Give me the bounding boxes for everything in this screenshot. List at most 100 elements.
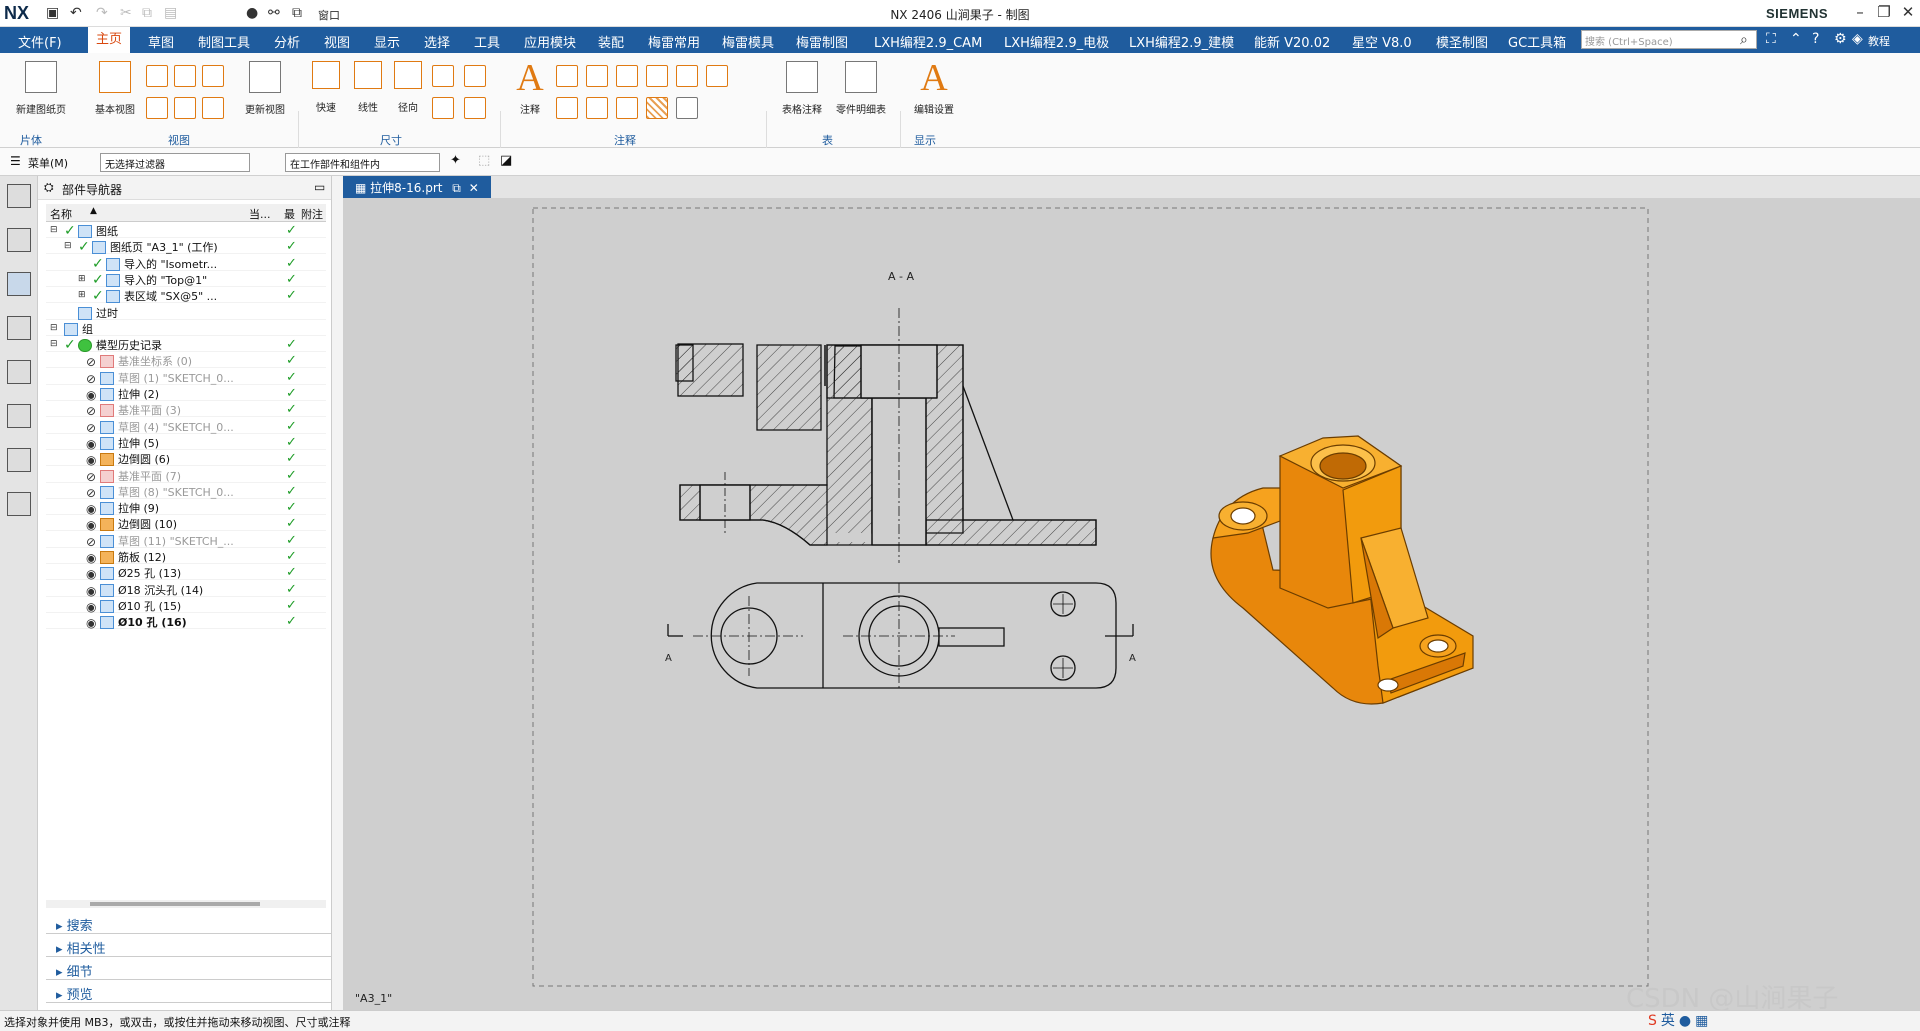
ime-logo-icon[interactable]: S (1648, 1013, 1661, 1029)
visible-eye-icon[interactable]: ◉ (86, 437, 96, 451)
menu-application[interactable]: 应用模块 (524, 32, 576, 51)
column-current[interactable]: 当... (249, 206, 271, 222)
isometric-model-view[interactable] (1210, 435, 1474, 705)
close-icon[interactable]: ✕ (1896, 3, 1920, 21)
target-point-icon[interactable] (706, 65, 728, 87)
menu-drafting-tools[interactable]: 制图工具 (198, 32, 250, 51)
expand-toggle-icon[interactable]: ⊟ (50, 339, 58, 349)
scope-filter-select[interactable]: 在工作部件和组件内 (285, 153, 440, 172)
hatch-icon[interactable] (646, 97, 668, 119)
radial-dimension-button[interactable]: 径向 (388, 61, 428, 114)
menu-meilei-mold[interactable]: 梅雷模具 (722, 32, 774, 51)
surface-finish-icon[interactable] (586, 65, 608, 87)
tree-row[interactable]: ◉ 边倒圆 (6) ✓ (46, 450, 326, 467)
menu-nengxin[interactable]: 能新 V20.02 (1254, 32, 1330, 51)
group-display[interactable]: 显示 (914, 132, 936, 148)
menu-lxh-electrode[interactable]: LXH编程2.9_电极 (1004, 32, 1109, 51)
menu-view[interactable]: 视图 (324, 32, 350, 51)
tools-icon[interactable] (7, 492, 31, 516)
tutorial-link[interactable]: 教程 (1868, 33, 1890, 49)
hidden-eye-icon[interactable]: ⊘ (86, 486, 96, 500)
angular-dimension-icon[interactable] (432, 65, 454, 87)
menu-icon[interactable]: ☰ (10, 154, 21, 168)
tree-row[interactable]: ⊘ 基准平面 (3) ✓ (46, 401, 326, 418)
tutorial-icon[interactable]: ◈ (1852, 31, 1863, 47)
menu-xingkong[interactable]: 星空 V8.0 (1352, 32, 1412, 51)
section-details[interactable]: ▸ 细节 (46, 957, 332, 980)
section-dependencies[interactable]: ▸ 相关性 (46, 934, 332, 957)
menu-home[interactable]: 主页 (88, 27, 131, 53)
ime-lang-icon[interactable]: 英 (1661, 1013, 1679, 1029)
visible-eye-icon[interactable]: ◉ (86, 518, 96, 532)
restore-icon[interactable]: ❐ (1872, 3, 1896, 21)
close-tab-icon[interactable]: ✕ (469, 181, 479, 195)
menu-lxh-cam[interactable]: LXH编程2.9_CAM (874, 32, 982, 51)
expand-toggle-icon[interactable]: ⊞ (78, 274, 86, 284)
hidden-eye-icon[interactable]: ⊘ (86, 470, 96, 484)
expand-toggle-icon[interactable]: ⊟ (50, 323, 58, 333)
tree-row[interactable]: ◉ Ø10 孔 (16) ✓ (46, 613, 326, 630)
section-search[interactable]: ▸ 搜索 (46, 911, 332, 934)
menu-select[interactable]: 选择 (424, 32, 450, 51)
cut-label-right[interactable]: A (1129, 653, 1136, 664)
tree-row[interactable]: ⊘ 基准坐标系 (0) ✓ (46, 352, 326, 369)
hidden-eye-icon[interactable]: ⊘ (86, 421, 96, 435)
document-tab[interactable]: ▦ 拉伸8-16.prt ⧉ ✕ (343, 176, 491, 198)
menu-file[interactable]: 文件(F) (18, 32, 62, 51)
visible-eye-icon[interactable]: ◉ (86, 388, 96, 402)
tree-row[interactable]: ⊟ ✓ 图纸 ✓ (46, 222, 326, 239)
ime-tray[interactable]: S英●▦ (1648, 1010, 1712, 1030)
tree-row[interactable]: ⊟ ✓ 图纸页 "A3_1" (工作) ✓ (46, 238, 326, 255)
menu-sketch[interactable]: 草图 (148, 32, 174, 51)
drawing-canvas[interactable]: A - A A A (343, 198, 1920, 1010)
center-mark-icon[interactable] (676, 65, 698, 87)
tree-row[interactable]: ◉ 边倒圆 (10) ✓ (46, 515, 326, 532)
tree-row[interactable]: ⊘ 基准平面 (7) ✓ (46, 467, 326, 484)
datum-feature-icon[interactable] (616, 65, 638, 87)
tree-row[interactable]: ⊟ 组 (46, 320, 326, 336)
ordinate-dimension-icon[interactable] (464, 97, 486, 119)
cut-label-left[interactable]: A (665, 653, 672, 664)
menu-meilei-drafting[interactable]: 梅雷制图 (796, 32, 848, 51)
menu-meilei-common[interactable]: 梅雷常用 (648, 32, 700, 51)
minimize-icon[interactable]: – (1848, 3, 1872, 21)
tree-row[interactable]: ◉ 拉伸 (5) ✓ (46, 434, 326, 451)
tree-row[interactable]: ◉ Ø25 孔 (13) ✓ (46, 564, 326, 581)
visible-eye-icon[interactable]: ◉ (86, 551, 96, 565)
edit-settings-button[interactable]: A 编辑设置 (908, 57, 960, 116)
tree-row[interactable]: ⊞ ✓ 表区域 "SX@5" ... ✓ (46, 287, 326, 304)
hidden-eye-icon[interactable]: ⊘ (86, 535, 96, 549)
broken-out-icon[interactable] (174, 97, 196, 119)
snap-icon[interactable]: ✦ (450, 153, 461, 168)
section-preview[interactable]: ▸ 预览 (46, 980, 332, 1003)
visible-eye-icon[interactable]: ◉ (86, 584, 96, 598)
settings-icon[interactable] (7, 184, 31, 208)
tree-row[interactable]: ⊟ ✓ 模型历史记录 ✓ (46, 336, 326, 353)
group-dimension[interactable]: 尺寸 (380, 132, 402, 148)
collapse-icon[interactable]: ⌃ (1790, 31, 1802, 47)
menu-gc-toolbox[interactable]: GC工具箱 (1508, 32, 1566, 51)
base-view-button[interactable]: 基本视图 (86, 61, 144, 116)
break-view-icon[interactable] (146, 97, 168, 119)
feature-control-frame-icon[interactable] (556, 65, 578, 87)
menu-mosheng[interactable]: 模圣制图 (1436, 32, 1488, 51)
image-icon[interactable] (676, 97, 698, 119)
help-icon[interactable]: ? (1812, 31, 1819, 47)
expand-toggle-icon[interactable]: ⊟ (64, 241, 72, 251)
tree-row[interactable]: ◉ 拉伸 (9) ✓ (46, 499, 326, 516)
datum-target-icon[interactable] (556, 97, 578, 119)
view-boundary-icon[interactable] (202, 97, 224, 119)
flag-icon[interactable] (616, 97, 638, 119)
part-navigator-icon[interactable] (7, 272, 31, 296)
sort-up-icon[interactable]: ▲ (90, 206, 97, 216)
projected-view-icon[interactable] (146, 65, 168, 87)
select-mode-icon[interactable]: ◪ (500, 153, 512, 168)
group-view[interactable]: 视图 (168, 132, 190, 148)
visible-eye-icon[interactable]: ◉ (86, 502, 96, 516)
column-latest[interactable]: 最 (284, 206, 295, 222)
hidden-eye-icon[interactable]: ⊘ (86, 355, 96, 369)
visible-eye-icon[interactable]: ◉ (86, 567, 96, 581)
group-sheet[interactable]: 片体 (20, 132, 42, 148)
settings-icon[interactable]: ⚙ (1834, 31, 1847, 47)
new-sheet-button[interactable]: 新建图纸页 (10, 61, 72, 116)
